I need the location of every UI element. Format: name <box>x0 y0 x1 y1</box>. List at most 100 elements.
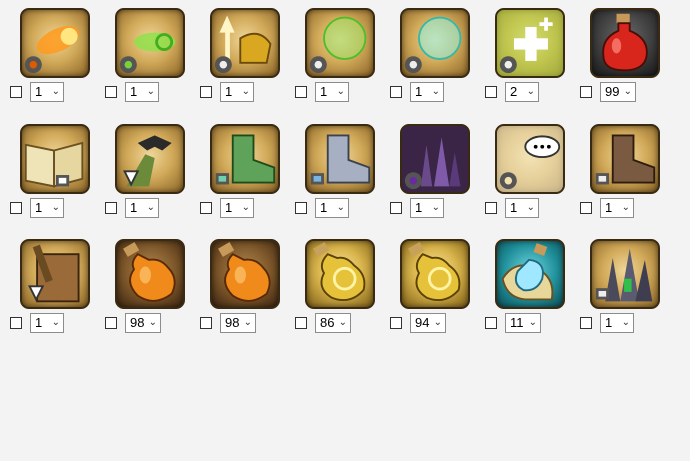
chevron-down-icon: ⌄ <box>623 86 632 97</box>
item-controls: 99 ⌄ <box>580 82 664 104</box>
bat-tree-icon[interactable] <box>115 124 185 194</box>
quantity-select[interactable]: 2 ⌄ <box>505 82 539 102</box>
item-cell: 1 ⌄ <box>475 116 569 228</box>
green-boot-icon[interactable] <box>210 124 280 194</box>
quantity-select[interactable]: 11 ⌄ <box>505 313 541 333</box>
item-cell: 98 ⌄ <box>95 231 189 343</box>
quantity-select[interactable]: 1 ⌄ <box>30 313 64 333</box>
item-checkbox[interactable] <box>105 317 117 329</box>
item-controls: 1 ⌄ <box>390 82 474 104</box>
tome-with-scope-icon[interactable] <box>20 239 90 309</box>
item-checkbox[interactable] <box>390 202 402 214</box>
chevron-down-icon: ⌄ <box>336 86 345 97</box>
item-controls: 1 ⌄ <box>10 313 94 335</box>
purple-crystal-cave-icon[interactable] <box>400 124 470 194</box>
speech-bubble-icon[interactable] <box>495 124 565 194</box>
silver-boot-icon[interactable] <box>305 124 375 194</box>
item-checkbox[interactable] <box>105 202 117 214</box>
item-controls: 1 ⌄ <box>580 313 664 335</box>
item-checkbox[interactable] <box>10 202 22 214</box>
chevron-down-icon: ⌄ <box>526 86 535 97</box>
dark-crystal-icon[interactable] <box>590 239 660 309</box>
chevron-down-icon: ⌄ <box>621 317 630 328</box>
item-controls: 1 ⌄ <box>485 198 569 220</box>
green-shield-orb-icon[interactable] <box>305 8 375 78</box>
item-controls: 1 ⌄ <box>580 198 664 220</box>
item-checkbox[interactable] <box>580 202 592 214</box>
item-checkbox[interactable] <box>200 86 212 98</box>
chevron-down-icon: ⌄ <box>338 317 347 328</box>
chevron-down-icon: ⌄ <box>621 202 630 213</box>
chevron-down-icon: ⌄ <box>526 202 535 213</box>
quantity-select[interactable]: 1 ⌄ <box>125 198 159 218</box>
item-checkbox[interactable] <box>580 317 592 329</box>
quantity-select[interactable]: 98 ⌄ <box>220 313 256 333</box>
item-controls: 1 ⌄ <box>105 198 189 220</box>
quantity-select[interactable]: 1 ⌄ <box>220 198 254 218</box>
item-controls: 1 ⌄ <box>200 198 284 220</box>
quantity-select[interactable]: 1 ⌄ <box>600 198 634 218</box>
quantity-select[interactable]: 98 ⌄ <box>125 313 161 333</box>
chevron-down-icon: ⌄ <box>51 202 60 213</box>
item-cell: 1 ⌄ <box>285 0 379 112</box>
quantity-select[interactable]: 1 ⌄ <box>600 313 634 333</box>
blue-potion-scroll-icon[interactable] <box>495 239 565 309</box>
item-checkbox[interactable] <box>10 86 22 98</box>
brown-boot-icon[interactable] <box>590 124 660 194</box>
chevron-down-icon: ⌄ <box>336 202 345 213</box>
orange-potion-icon[interactable] <box>115 239 185 309</box>
item-controls: 1 ⌄ <box>105 82 189 104</box>
chevron-down-icon: ⌄ <box>243 317 252 328</box>
item-checkbox[interactable] <box>105 86 117 98</box>
item-controls: 1 ⌄ <box>10 198 94 220</box>
open-book-icon[interactable] <box>20 124 90 194</box>
fireball-icon[interactable] <box>20 8 90 78</box>
item-controls: 1 ⌄ <box>10 82 94 104</box>
golden-arrow-boots-icon[interactable] <box>210 8 280 78</box>
quantity-select[interactable]: 1 ⌄ <box>505 198 539 218</box>
green-plus-heal-icon[interactable] <box>495 8 565 78</box>
item-checkbox[interactable] <box>295 202 307 214</box>
quantity-select[interactable]: 1 ⌄ <box>125 82 159 102</box>
chevron-down-icon: ⌄ <box>51 317 60 328</box>
chevron-down-icon: ⌄ <box>241 86 250 97</box>
gold-ring-potion-icon[interactable] <box>305 239 375 309</box>
quantity-select[interactable]: 86 ⌄ <box>315 313 351 333</box>
item-checkbox[interactable] <box>580 86 592 98</box>
quantity-select[interactable]: 1 ⌄ <box>410 198 444 218</box>
chevron-down-icon: ⌄ <box>431 86 440 97</box>
item-cell: 98 ⌄ <box>190 231 284 343</box>
item-checkbox[interactable] <box>295 317 307 329</box>
quantity-select[interactable]: 94 ⌄ <box>410 313 446 333</box>
red-potion-icon[interactable] <box>590 8 660 78</box>
item-checkbox[interactable] <box>200 202 212 214</box>
quantity-select[interactable]: 1 ⌄ <box>410 82 444 102</box>
item-cell: 1 ⌄ <box>95 116 189 228</box>
item-cell: 1 ⌄ <box>190 116 284 228</box>
quantity-select[interactable]: 1 ⌄ <box>220 82 254 102</box>
gold-ring-potion-icon[interactable] <box>400 239 470 309</box>
quantity-select[interactable]: 1 ⌄ <box>315 82 349 102</box>
quantity-select[interactable]: 99 ⌄ <box>600 82 636 102</box>
quantity-select[interactable]: 1 ⌄ <box>30 82 64 102</box>
quantity-select[interactable]: 1 ⌄ <box>30 198 64 218</box>
item-cell: 1 ⌄ <box>190 0 284 112</box>
item-cell: 1 ⌄ <box>380 116 474 228</box>
inventory-grid: 1 ⌄ 1 ⌄ 1 ⌄ 1 ⌄ 1 ⌄ 2 ⌄ 99 ⌄ 1 ⌄ 1 ⌄ 1 ⌄… <box>0 0 690 461</box>
item-checkbox[interactable] <box>485 202 497 214</box>
item-checkbox[interactable] <box>485 317 497 329</box>
item-cell: 2 ⌄ <box>475 0 569 112</box>
orange-potion-icon[interactable] <box>210 239 280 309</box>
item-controls: 98 ⌄ <box>200 313 284 335</box>
item-checkbox[interactable] <box>485 86 497 98</box>
quantity-select[interactable]: 1 ⌄ <box>315 198 349 218</box>
item-checkbox[interactable] <box>390 317 402 329</box>
item-checkbox[interactable] <box>295 86 307 98</box>
item-checkbox[interactable] <box>10 317 22 329</box>
green-swirl-icon[interactable] <box>115 8 185 78</box>
item-cell: 1 ⌄ <box>570 116 664 228</box>
item-checkbox[interactable] <box>200 317 212 329</box>
item-controls: 11 ⌄ <box>485 313 569 335</box>
item-checkbox[interactable] <box>390 86 402 98</box>
cyan-shield-orb-icon[interactable] <box>400 8 470 78</box>
